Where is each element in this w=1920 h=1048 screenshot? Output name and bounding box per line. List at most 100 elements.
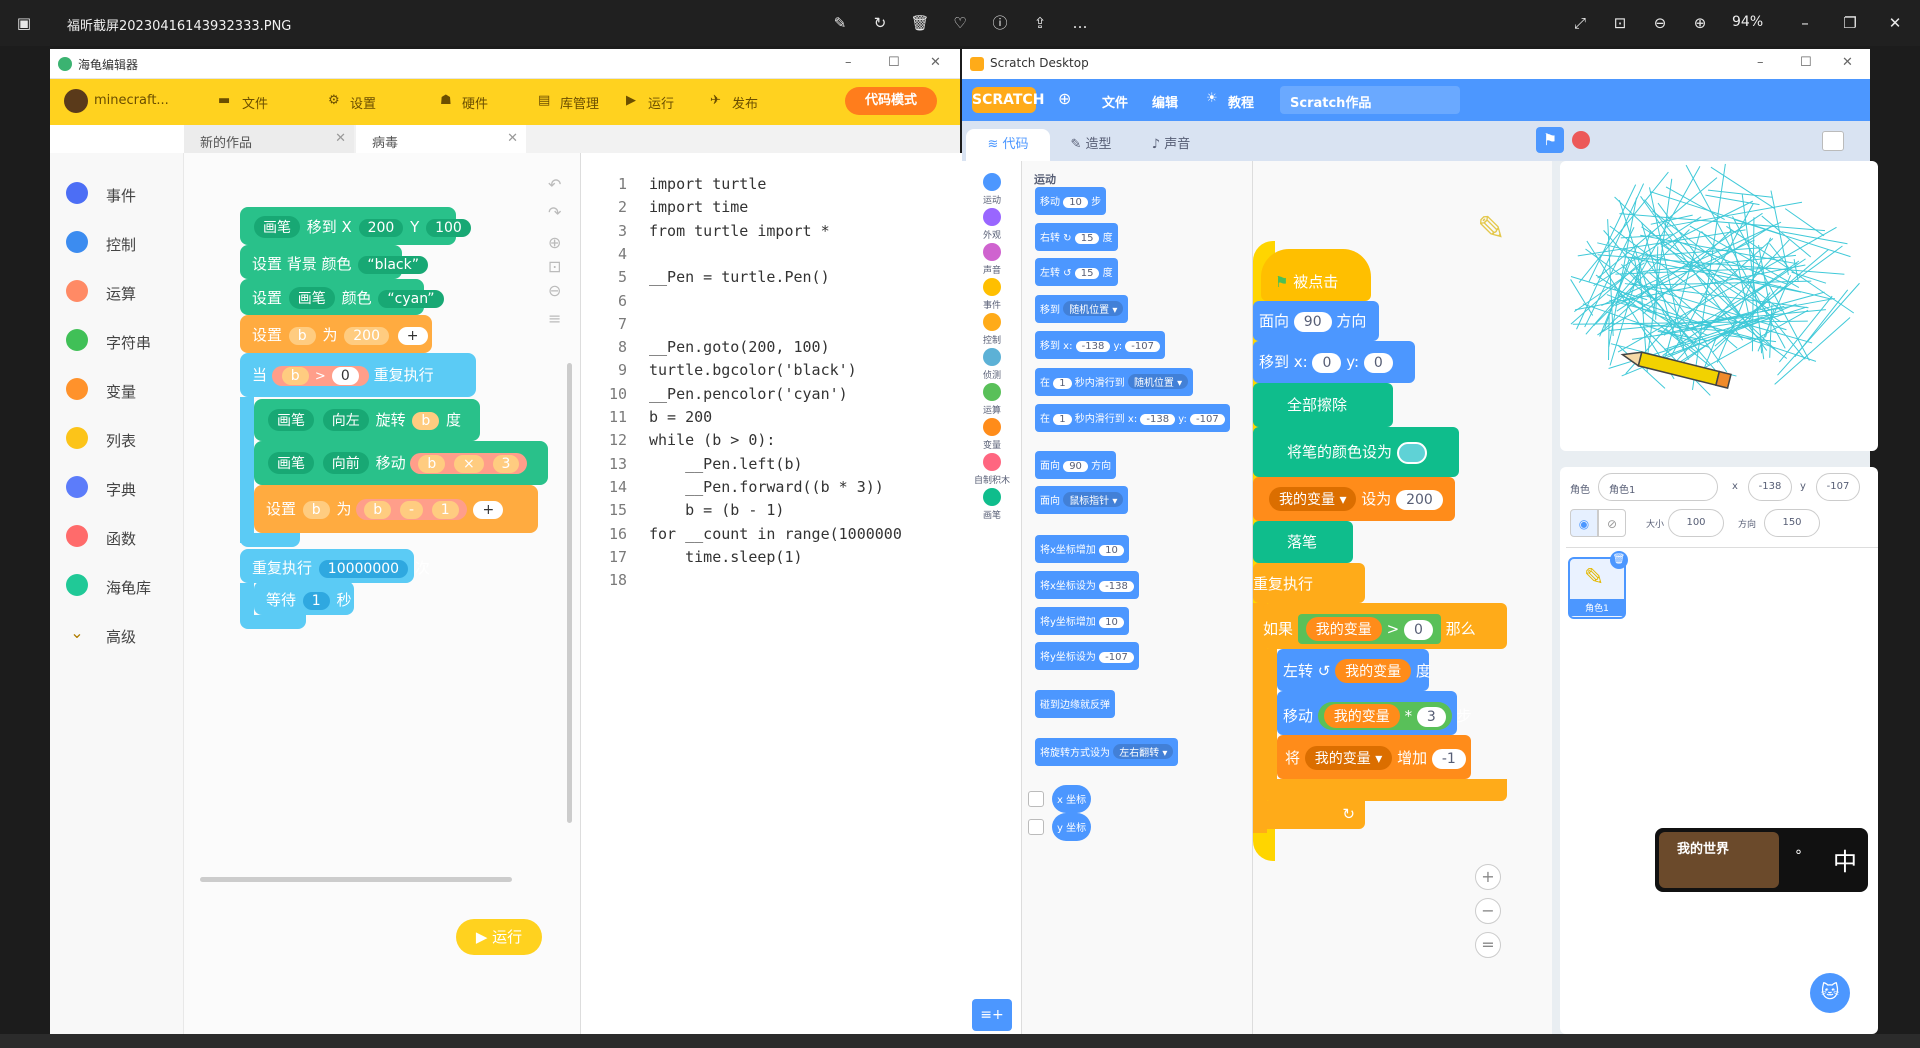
palette-block[interactable]: 移到 x: -138 y: -107 [1035, 331, 1165, 359]
palette-block[interactable]: 将x坐标设为 -138 [1035, 571, 1139, 599]
block-operator[interactable]: × [454, 455, 484, 473]
value-input[interactable]: 3 [1416, 707, 1446, 727]
variable-reporter[interactable]: 我的变量 [1305, 617, 1382, 641]
variable-reporter[interactable]: 我的变量 [1323, 704, 1400, 728]
block-set-b[interactable]: 设置 b 为 200 + [240, 315, 432, 353]
dropdown[interactable]: 随机位置 ▾ [1063, 301, 1124, 316]
block-count-input[interactable]: 10000000 [318, 560, 409, 578]
scratch-tutorials-menu[interactable]: 教程 [1228, 92, 1254, 111]
value-input[interactable]: 90 [1063, 461, 1088, 472]
project-title-input[interactable]: Scratch作品 [1280, 86, 1460, 114]
category-functions[interactable]: 函数 [62, 520, 177, 552]
block-value-input[interactable]: 3 [492, 455, 520, 473]
block-value-input[interactable]: 1 [431, 501, 459, 519]
category-operators[interactable]: 运算 [62, 275, 177, 307]
run-button[interactable]: ▶ 运行 [456, 919, 542, 955]
value-input[interactable]: 1 [1053, 378, 1072, 389]
block-pen-left[interactable]: 画笔 向左 旋转 b 度 [254, 399, 480, 441]
move-steps-block[interactable]: 移动 我的变量 * 3 步 [1277, 691, 1472, 735]
turn-left-block[interactable]: 左转 ↺ 我的变量 度 [1277, 649, 1431, 691]
tab-virus[interactable]: 病毒 ✕ [356, 125, 526, 153]
add-sprite-button[interactable]: 🐱 [1810, 973, 1850, 1013]
scratch-category[interactable]: 变量 [974, 418, 1010, 451]
block-wait[interactable]: 等待 1 秒 [254, 581, 354, 615]
scratch-category[interactable]: 运算 [974, 383, 1010, 416]
sprite-thumbnail[interactable]: ✎ 角色1 🗑 [1568, 551, 1628, 619]
variable-reporter[interactable]: 我的变量 [1335, 659, 1412, 683]
value-input[interactable]: -138 [1099, 581, 1134, 592]
dropdown[interactable]: 左右翻转 ▾ [1113, 744, 1174, 759]
sprite-x-input[interactable]: -138 [1748, 473, 1792, 501]
palette-block[interactable]: 碰到边缘就反弹 [1035, 690, 1115, 718]
zoom-in-icon[interactable]: ⊕ [1690, 13, 1710, 33]
set-variable-block[interactable]: 我的变量 ▾ 设为 200 [1253, 477, 1455, 521]
scratch-category[interactable]: 运动 [974, 173, 1010, 206]
favorite-icon[interactable]: ♡ [950, 13, 970, 33]
dropdown[interactable]: 鼠标指针 ▾ [1063, 492, 1124, 507]
zoom-out-icon[interactable]: ⊖ [1650, 13, 1670, 33]
library-menu[interactable]: 库管理 [560, 93, 599, 112]
palette-block[interactable]: 将y坐标增加 10 [1035, 607, 1129, 635]
value-input[interactable]: 10 [1063, 197, 1088, 208]
stage-canvas[interactable] [1560, 161, 1878, 451]
tab-code[interactable]: ≋ 代码 [966, 129, 1050, 161]
fullscreen-icon[interactable]: ⤢ [1570, 13, 1590, 33]
category-turtle-lib[interactable]: 海龟库 [62, 569, 177, 601]
file-menu[interactable]: 文件 [242, 93, 268, 112]
value-input[interactable]: 0 [1403, 620, 1433, 640]
point-direction-block[interactable]: 面向 90 方向 [1253, 301, 1379, 341]
ime-mode[interactable]: 中 [1833, 842, 1857, 877]
scratch-category[interactable]: 声音 [974, 243, 1010, 276]
scratch-category[interactable]: 自制积木 [974, 453, 1010, 486]
plus-icon[interactable]: + [473, 501, 504, 519]
close-tab-icon[interactable]: ✕ [335, 131, 346, 146]
maximize-icon[interactable]: ☐ [888, 55, 900, 70]
reporter-checkbox[interactable] [1028, 791, 1044, 807]
scratch-category[interactable]: 事件 [974, 278, 1010, 311]
palette-block[interactable]: x 坐标 [1028, 785, 1092, 813]
value-input[interactable]: -107 [1190, 414, 1225, 425]
block-while[interactable]: 当 b > 0 重复执行 [240, 353, 476, 397]
block-var-dropdown[interactable]: b [281, 367, 309, 385]
pen-down-block[interactable]: 落笔 [1253, 521, 1353, 563]
palette-block[interactable]: 移到 随机位置 ▾ [1035, 295, 1129, 323]
block-pen-goto[interactable]: 画笔 移到 X 200 Y 100 [240, 207, 471, 245]
delete-icon[interactable]: 🗑 [910, 13, 930, 33]
palette-block[interactable]: 将x坐标增加 10 [1035, 535, 1129, 563]
scratch-category[interactable]: 外观 [974, 208, 1010, 241]
zoom-out-icon[interactable]: − [1475, 898, 1501, 924]
sprite-direction-input[interactable]: 150 [1764, 509, 1820, 537]
block-workspace[interactable]: 画笔 移到 X 200 Y 100 设置 背景 颜色 “black” 设置 画笔… [184, 153, 580, 1034]
change-variable-block[interactable]: 将 我的变量 ▾ 增加 -1 [1277, 735, 1471, 779]
more-icon[interactable]: … [1070, 13, 1090, 33]
palette-block[interactable]: y 坐标 [1028, 813, 1092, 841]
palette-block[interactable]: 右转 ↻ 15 度 [1035, 223, 1118, 251]
multiply-operator[interactable]: 我的变量 * 3 [1317, 702, 1452, 730]
scratch-logo[interactable]: SCRATCH [972, 87, 1044, 113]
code-mode-button[interactable]: 代码模式 [845, 87, 937, 115]
reset-zoom-icon[interactable]: ⊡ [548, 257, 561, 276]
block-var-dropdown[interactable]: b [412, 412, 440, 430]
value-input[interactable]: 1 [1053, 414, 1072, 425]
scratch-category[interactable]: 画笔 [974, 488, 1010, 521]
minimize-icon[interactable]: – [1795, 13, 1815, 33]
tab-sounds[interactable]: ♪ 声音 [1132, 129, 1210, 161]
add-extension-button[interactable]: ≡+ [972, 999, 1012, 1031]
tab-new-work[interactable]: 新的作品 ✕ [184, 125, 354, 153]
block-direction-dropdown[interactable]: 向左 [322, 409, 369, 431]
value-input[interactable]: -107 [1099, 652, 1134, 663]
zoom-in-icon[interactable]: ⊕ [548, 233, 561, 252]
clear-block[interactable]: 全部擦除 [1253, 383, 1393, 427]
category-strings[interactable]: 字符串 [62, 324, 177, 356]
block-direction-dropdown[interactable]: 向前 [322, 452, 369, 474]
block-seconds-input[interactable]: 1 [302, 592, 330, 610]
block-value-input[interactable]: 200 [344, 327, 389, 345]
category-advanced[interactable]: ⌄ 高级 [62, 618, 177, 650]
tab-costumes[interactable]: ✎ 造型 [1052, 129, 1130, 161]
minimize-icon[interactable]: – [845, 55, 852, 70]
block-var-dropdown[interactable]: b [288, 327, 316, 345]
info-icon[interactable]: ⓘ [990, 13, 1010, 33]
block-value-input[interactable]: 0 [331, 367, 359, 385]
zoom-in-icon[interactable]: + [1475, 864, 1501, 890]
palette-block[interactable]: 面向 鼠标指针 ▾ [1035, 486, 1129, 514]
